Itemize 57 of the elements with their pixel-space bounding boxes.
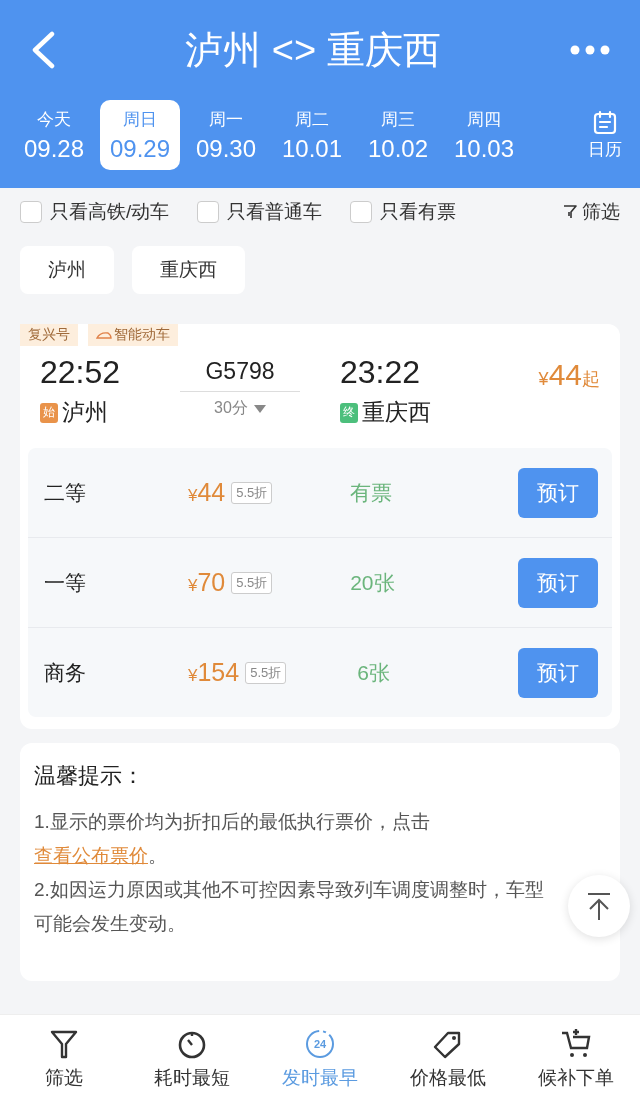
filter-checkbox[interactable]: 只看普通车 [197,199,323,225]
more-icon[interactable] [570,45,610,55]
departure-station: 泸州 [62,398,108,427]
train-tag: 智能动车 [88,324,178,346]
caret-icon[interactable] [253,404,266,413]
sort-tab[interactable]: 筛选 [9,1027,119,1091]
date-tab[interactable]: 周日 09.29 [100,100,180,170]
seat-class: 一等 [44,569,87,596]
date-tab[interactable]: 周一 09.30 [186,100,266,170]
discount-badge: 5.5折 [231,571,273,594]
book-button[interactable]: 预订 [518,647,598,698]
scroll-top-button[interactable] [568,875,630,937]
seat-class: 二等 [44,479,87,506]
filter-checkbox[interactable]: 只看高铁/动车 [20,199,170,225]
date-tab[interactable]: 今天 09.28 [14,100,94,170]
route-title: 泸州 <> 重庆西 [185,27,441,73]
seat-price: ¥154 [188,658,240,687]
published-price-link[interactable]: 查看公布票价 [34,845,148,866]
sort-tab[interactable]: 候补下单 [521,1027,631,1091]
discount-badge: 5.5折 [245,661,287,684]
arrival-time: 23:22 [340,354,422,391]
date-tab[interactable]: 周四 10.03 [444,100,524,170]
station-chip[interactable]: 重庆西 [132,246,245,294]
date-tab[interactable]: 周三 10.02 [358,100,438,170]
sort-tab[interactable]: 24 发时最早 [265,1027,375,1091]
duration-toggle[interactable]: 30分 [214,398,266,419]
date-tab[interactable]: 周二 10.01 [272,100,352,170]
station-chip[interactable]: 泸州 [20,246,114,294]
sort-tab[interactable]: 价格最低 [393,1027,503,1091]
notice-text: 2.如因运力原因或其他不可控因素导致列车调度调整时，车型可能会发生变动。 [34,878,545,936]
sort-tab[interactable]: 耗时最短 [137,1027,247,1091]
train-tag: 复兴号 [20,324,78,346]
notice-title: 温馨提示： [34,762,145,790]
terminal-badge: 终 [340,402,358,423]
filter-button[interactable]: 筛选 [562,199,620,225]
clock-icon[interactable]: 24 [303,1027,337,1061]
book-button[interactable]: 预订 [518,467,598,518]
lowest-price: ¥44起 [538,357,600,392]
back-icon[interactable] [30,31,56,69]
train-card[interactable]: 复兴号 智能动车 22:52 始 泸州 G5798 30分 23:22 终 重庆西 ¥44起 二等 ¥44 5.5折 有票 预订 一等 ¥70 5.5折 20张 预订 商务 ¥154 5.5折 6张 预订 [20,324,620,729]
calendar-icon[interactable] [592,109,618,136]
seat-price: ¥44 [188,478,226,507]
calendar-button[interactable]: 日历 [588,109,626,161]
filter-checkbox[interactable]: 只看有票 [350,199,457,225]
book-button[interactable]: 预订 [518,557,598,608]
seat-price: ¥70 [188,568,226,597]
departure-time: 22:52 [40,354,122,391]
seat-class: 商务 [44,659,87,686]
availability: 有票 [350,479,394,506]
origin-badge: 始 [40,402,58,423]
notice-text: 1.显示的票价均为折扣后的最低执行票价，点击 查看公布票价。 [34,810,431,868]
availability: 20张 [350,569,396,596]
train-number: G5798 [205,357,275,385]
discount-badge: 5.5折 [231,481,273,504]
arrow-up-icon[interactable] [585,891,613,921]
availability: 6张 [357,659,391,686]
arrival-station: 重庆西 [362,398,431,427]
